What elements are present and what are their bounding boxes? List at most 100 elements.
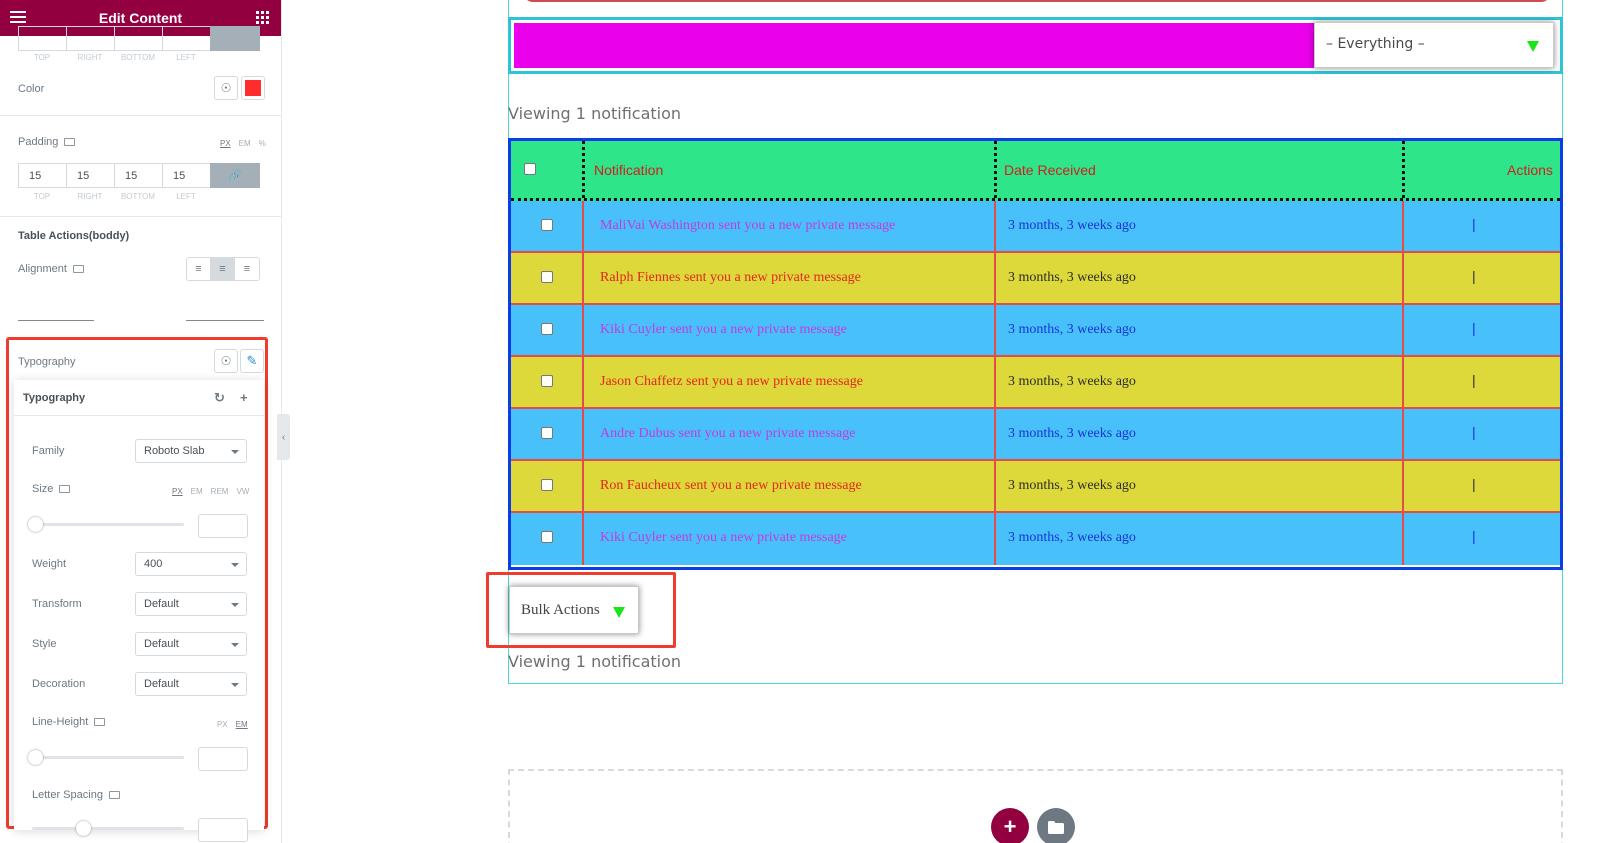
row-actions[interactable]: | (1472, 528, 1476, 544)
color-swatch[interactable] (241, 76, 265, 100)
row-message-link[interactable]: Kiki Cuyler sent you a new private messa… (600, 322, 847, 338)
unit-em[interactable]: EM (191, 487, 203, 496)
top-widget-edge (523, 0, 1551, 2)
table-row: Andre Dubus sent you a new private messa… (511, 409, 1560, 461)
row-message-link[interactable]: MaliVai Washington sent you a new privat… (600, 218, 895, 234)
responsive-desktop-icon[interactable] (108, 791, 120, 800)
global-typography-globe-icon[interactable]: ☉ (214, 349, 238, 373)
responsive-desktop-icon[interactable] (64, 138, 76, 147)
row-actions[interactable]: | (1472, 372, 1476, 388)
slider-handle[interactable] (28, 750, 43, 765)
cell-divider (1402, 305, 1404, 357)
padding-left-input[interactable]: 15 (162, 163, 210, 188)
slider-handle[interactable] (76, 821, 91, 836)
row-actions[interactable]: | (1472, 476, 1476, 492)
header-notification[interactable]: Notification (594, 141, 663, 198)
row-checkbox[interactable] (541, 219, 553, 231)
cell-divider (1402, 357, 1404, 409)
align-center-icon[interactable]: ≡ (211, 258, 235, 280)
align-left-icon[interactable]: ≡ (187, 258, 211, 280)
letter-spacing-input[interactable] (198, 818, 248, 842)
unit-px[interactable]: PX (220, 139, 231, 148)
header-date[interactable]: Date Received (1004, 141, 1096, 198)
reset-icon[interactable]: ↻ (214, 390, 225, 406)
row-message-link[interactable]: Kiki Cuyler sent you a new private messa… (600, 530, 847, 546)
cell-divider (582, 253, 584, 305)
responsive-desktop-icon[interactable] (59, 485, 71, 494)
size-slider[interactable] (28, 517, 184, 532)
line-height-slider[interactable] (28, 750, 184, 765)
row-actions[interactable]: | (1472, 216, 1476, 232)
decoration-select[interactable]: Default (135, 672, 247, 696)
family-select[interactable]: Roboto Slab (135, 439, 247, 463)
letter-spacing-slider[interactable] (32, 821, 184, 836)
table-row: Ron Faucheux sent you a new private mess… (511, 461, 1560, 513)
family-label: Family (32, 445, 65, 457)
padding-right-input[interactable]: 15 (66, 163, 114, 188)
notification-filter-select[interactable]: – Everything – (1314, 22, 1554, 68)
top-dimensions-control (18, 26, 263, 51)
style-select[interactable]: Default (135, 632, 247, 656)
cell-divider (582, 305, 584, 357)
row-checkbox[interactable] (541, 531, 553, 543)
size-input[interactable] (198, 514, 248, 538)
add-section-plus-icon[interactable]: + (991, 808, 1029, 843)
row-checkbox[interactable] (541, 375, 553, 387)
transform-select[interactable]: Default (135, 592, 247, 616)
align-right-icon[interactable]: ≡ (235, 258, 259, 280)
cell-divider (582, 461, 584, 513)
unit-px[interactable]: PX (217, 720, 228, 729)
row-checkbox[interactable] (541, 271, 553, 283)
bulk-actions-select[interactable]: Bulk Actions (509, 586, 639, 634)
link-dimensions-button[interactable] (210, 26, 260, 51)
row-date: 3 months, 3 weeks ago (1008, 322, 1136, 337)
dim-bottom-input[interactable] (114, 26, 162, 51)
padding-bottom-input[interactable]: 15 (114, 163, 162, 188)
add-icon[interactable]: + (240, 390, 248, 405)
row-message-link[interactable]: Jason Chaffetz sent you a new private me… (600, 374, 863, 390)
unit-px[interactable]: PX (172, 487, 183, 496)
row-message-link[interactable]: Andre Dubus sent you a new private messa… (600, 426, 855, 442)
unit-em[interactable]: EM (236, 720, 248, 729)
folder-icon (1048, 820, 1064, 834)
divider-right (186, 320, 264, 321)
header-divider (1402, 141, 1405, 198)
select-all-checkbox[interactable] (524, 163, 536, 175)
row-actions[interactable]: | (1472, 424, 1476, 440)
cell-divider (994, 305, 996, 357)
row-actions[interactable]: | (1472, 268, 1476, 284)
responsive-desktop-icon[interactable] (94, 718, 106, 727)
template-library-folder-icon[interactable] (1037, 808, 1075, 843)
dim-left-input[interactable] (162, 26, 210, 51)
row-checkbox[interactable] (541, 427, 553, 439)
row-checkbox[interactable] (541, 479, 553, 491)
row-date: 3 months, 3 weeks ago (1008, 426, 1136, 441)
responsive-desktop-icon[interactable] (72, 265, 84, 274)
edit-pencil-icon[interactable]: ✎ (240, 349, 264, 373)
unit-percent[interactable]: % (259, 139, 266, 148)
dim-right-input[interactable] (66, 26, 114, 51)
slider-handle[interactable] (28, 517, 43, 532)
row-checkbox[interactable] (541, 323, 553, 335)
dim-top-input[interactable] (18, 26, 66, 51)
editor-panel: Edit Content TOP RIGHT BOTTOM LEFT Color… (0, 0, 282, 843)
unit-em[interactable]: EM (239, 139, 251, 148)
table-header: Notification Date Received Actions (511, 141, 1560, 201)
cell-divider (582, 409, 584, 461)
link-values-icon[interactable]: 🔗 (210, 163, 260, 188)
hamburger-menu-icon[interactable] (10, 11, 26, 24)
alignment-label: Alignment (18, 263, 84, 275)
cell-divider (1402, 409, 1404, 461)
unit-rem[interactable]: REM (211, 487, 229, 496)
row-message-link[interactable]: Ralph Fiennes sent you a new private mes… (600, 270, 861, 286)
widgets-grid-icon[interactable] (256, 11, 269, 24)
collapse-panel-chevron-icon[interactable]: ‹ (277, 414, 290, 460)
line-height-input[interactable] (198, 747, 248, 771)
row-message-link[interactable]: Ron Faucheux sent you a new private mess… (600, 478, 862, 494)
global-color-globe-icon[interactable]: ☉ (214, 76, 238, 100)
unit-vw[interactable]: VW (236, 487, 249, 496)
weight-select[interactable]: 400 (135, 552, 247, 576)
row-date: 3 months, 3 weeks ago (1008, 218, 1136, 233)
padding-top-input[interactable]: 15 (18, 163, 66, 188)
row-actions[interactable]: | (1472, 320, 1476, 336)
